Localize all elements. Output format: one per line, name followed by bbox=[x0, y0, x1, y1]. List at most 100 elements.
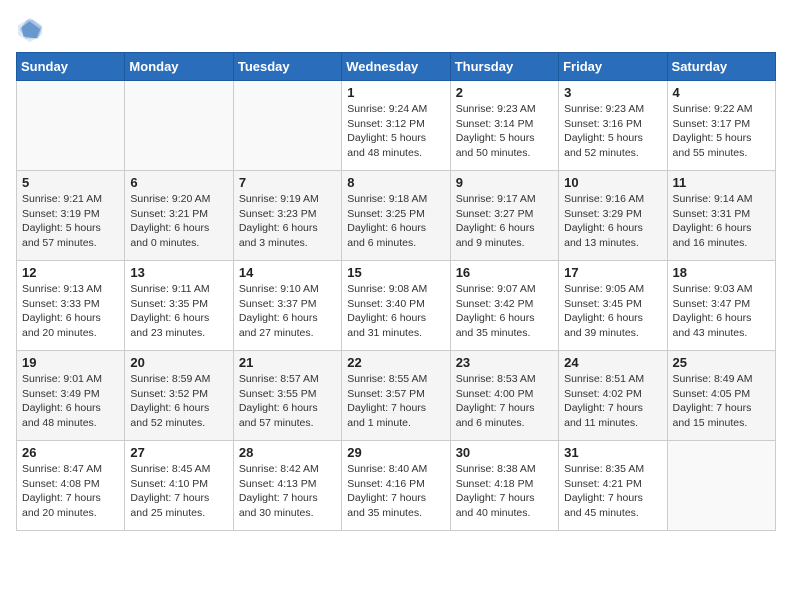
weekday-header: Friday bbox=[559, 53, 667, 81]
day-info: Sunrise: 9:11 AMSunset: 3:35 PMDaylight:… bbox=[130, 282, 227, 341]
day-number: 10 bbox=[564, 175, 661, 190]
calendar-day-cell: 8 Sunrise: 9:18 AMSunset: 3:25 PMDaylight… bbox=[342, 171, 450, 261]
day-info: Sunrise: 8:38 AMSunset: 4:18 PMDaylight:… bbox=[456, 462, 553, 521]
day-number: 30 bbox=[456, 445, 553, 460]
calendar-day-cell: 6 Sunrise: 9:20 AMSunset: 3:21 PMDaylight… bbox=[125, 171, 233, 261]
day-info: Sunrise: 9:14 AMSunset: 3:31 PMDaylight:… bbox=[673, 192, 770, 251]
day-info: Sunrise: 9:19 AMSunset: 3:23 PMDaylight:… bbox=[239, 192, 336, 251]
day-info: Sunrise: 9:05 AMSunset: 3:45 PMDaylight:… bbox=[564, 282, 661, 341]
calendar-day-cell: 27 Sunrise: 8:45 AMSunset: 4:10 PMDayligh… bbox=[125, 441, 233, 531]
calendar-day-cell: 11 Sunrise: 9:14 AMSunset: 3:31 PMDayligh… bbox=[667, 171, 775, 261]
calendar-day-cell: 16 Sunrise: 9:07 AMSunset: 3:42 PMDayligh… bbox=[450, 261, 558, 351]
day-number: 24 bbox=[564, 355, 661, 370]
calendar-day-cell: 2 Sunrise: 9:23 AMSunset: 3:14 PMDaylight… bbox=[450, 81, 558, 171]
day-info: Sunrise: 9:16 AMSunset: 3:29 PMDaylight:… bbox=[564, 192, 661, 251]
calendar-day-cell: 24 Sunrise: 8:51 AMSunset: 4:02 PMDayligh… bbox=[559, 351, 667, 441]
day-number: 14 bbox=[239, 265, 336, 280]
day-number: 18 bbox=[673, 265, 770, 280]
calendar-day-cell: 13 Sunrise: 9:11 AMSunset: 3:35 PMDayligh… bbox=[125, 261, 233, 351]
calendar-day-cell: 19Sunrise: 9:01 AMSunset: 3:49 PMDayligh… bbox=[17, 351, 125, 441]
calendar-day-cell: 29 Sunrise: 8:40 AMSunset: 4:16 PMDayligh… bbox=[342, 441, 450, 531]
calendar-day-cell: 12 Sunrise: 9:13 AMSunset: 3:33 PMDayligh… bbox=[17, 261, 125, 351]
day-number: 27 bbox=[130, 445, 227, 460]
day-number: 9 bbox=[456, 175, 553, 190]
day-number: 23 bbox=[456, 355, 553, 370]
calendar-day-cell: 28 Sunrise: 8:42 AMSunset: 4:13 PMDayligh… bbox=[233, 441, 341, 531]
calendar-day-cell: 18 Sunrise: 9:03 AMSunset: 3:47 PMDayligh… bbox=[667, 261, 775, 351]
page-header bbox=[16, 16, 776, 44]
day-info: Sunrise: 9:22 AMSunset: 3:17 PMDaylight:… bbox=[673, 102, 770, 161]
calendar-day-cell: 15 Sunrise: 9:08 AMSunset: 3:40 PMDayligh… bbox=[342, 261, 450, 351]
calendar-day-cell: 23 Sunrise: 8:53 AMSunset: 4:00 PMDayligh… bbox=[450, 351, 558, 441]
weekday-header: Sunday bbox=[17, 53, 125, 81]
calendar-day-cell: 22 Sunrise: 8:55 AMSunset: 3:57 PMDayligh… bbox=[342, 351, 450, 441]
day-info: Sunrise: 9:07 AMSunset: 3:42 PMDaylight:… bbox=[456, 282, 553, 341]
day-info: Sunrise: 8:55 AMSunset: 3:57 PMDaylight:… bbox=[347, 372, 444, 431]
logo bbox=[16, 16, 48, 44]
calendar-week-row: 12 Sunrise: 9:13 AMSunset: 3:33 PMDayligh… bbox=[17, 261, 776, 351]
calendar-day-cell: 3Sunrise: 9:23 AMSunset: 3:16 PMDaylight… bbox=[559, 81, 667, 171]
day-number: 20 bbox=[130, 355, 227, 370]
calendar-day-cell: 30 Sunrise: 8:38 AMSunset: 4:18 PMDayligh… bbox=[450, 441, 558, 531]
day-info: Sunrise: 8:49 AMSunset: 4:05 PMDaylight:… bbox=[673, 372, 770, 431]
calendar-header-row: SundayMondayTuesdayWednesdayThursdayFrid… bbox=[17, 53, 776, 81]
day-number: 11 bbox=[673, 175, 770, 190]
calendar-table: SundayMondayTuesdayWednesdayThursdayFrid… bbox=[16, 52, 776, 531]
day-info: Sunrise: 8:35 AMSunset: 4:21 PMDaylight:… bbox=[564, 462, 661, 521]
day-number: 2 bbox=[456, 85, 553, 100]
day-info: Sunrise: 8:45 AMSunset: 4:10 PMDaylight:… bbox=[130, 462, 227, 521]
day-number: 16 bbox=[456, 265, 553, 280]
day-info: Sunrise: 9:03 AMSunset: 3:47 PMDaylight:… bbox=[673, 282, 770, 341]
day-number: 7 bbox=[239, 175, 336, 190]
calendar-week-row: 19Sunrise: 9:01 AMSunset: 3:49 PMDayligh… bbox=[17, 351, 776, 441]
day-info: Sunrise: 9:21 AMSunset: 3:19 PMDaylight:… bbox=[22, 192, 119, 251]
weekday-header: Saturday bbox=[667, 53, 775, 81]
day-info: Sunrise: 9:17 AMSunset: 3:27 PMDaylight:… bbox=[456, 192, 553, 251]
weekday-header: Wednesday bbox=[342, 53, 450, 81]
calendar-day-cell: 9 Sunrise: 9:17 AMSunset: 3:27 PMDaylight… bbox=[450, 171, 558, 261]
day-info: Sunrise: 9:01 AMSunset: 3:49 PMDaylight:… bbox=[22, 372, 119, 431]
day-info: Sunrise: 8:51 AMSunset: 4:02 PMDaylight:… bbox=[564, 372, 661, 431]
day-info: Sunrise: 9:24 AMSunset: 3:12 PMDaylight:… bbox=[347, 102, 444, 161]
day-number: 21 bbox=[239, 355, 336, 370]
calendar-day-cell bbox=[667, 441, 775, 531]
day-info: Sunrise: 8:47 AMSunset: 4:08 PMDaylight:… bbox=[22, 462, 119, 521]
day-info: Sunrise: 8:40 AMSunset: 4:16 PMDaylight:… bbox=[347, 462, 444, 521]
calendar-day-cell: 25Sunrise: 8:49 AMSunset: 4:05 PMDayligh… bbox=[667, 351, 775, 441]
day-info: Sunrise: 9:20 AMSunset: 3:21 PMDaylight:… bbox=[130, 192, 227, 251]
day-info: Sunrise: 8:59 AMSunset: 3:52 PMDaylight:… bbox=[130, 372, 227, 431]
day-number: 22 bbox=[347, 355, 444, 370]
day-info: Sunrise: 9:10 AMSunset: 3:37 PMDaylight:… bbox=[239, 282, 336, 341]
day-info: Sunrise: 8:57 AMSunset: 3:55 PMDaylight:… bbox=[239, 372, 336, 431]
calendar-week-row: 26Sunrise: 8:47 AMSunset: 4:08 PMDayligh… bbox=[17, 441, 776, 531]
day-number: 6 bbox=[130, 175, 227, 190]
day-info: Sunrise: 8:42 AMSunset: 4:13 PMDaylight:… bbox=[239, 462, 336, 521]
calendar-day-cell: 21 Sunrise: 8:57 AMSunset: 3:55 PMDayligh… bbox=[233, 351, 341, 441]
weekday-header: Thursday bbox=[450, 53, 558, 81]
day-number: 15 bbox=[347, 265, 444, 280]
logo-icon bbox=[16, 16, 44, 44]
calendar-day-cell: 20 Sunrise: 8:59 AMSunset: 3:52 PMDayligh… bbox=[125, 351, 233, 441]
day-number: 4 bbox=[673, 85, 770, 100]
day-number: 5 bbox=[22, 175, 119, 190]
day-info: Sunrise: 8:53 AMSunset: 4:00 PMDaylight:… bbox=[456, 372, 553, 431]
day-number: 13 bbox=[130, 265, 227, 280]
calendar-day-cell: 10 Sunrise: 9:16 AMSunset: 3:29 PMDayligh… bbox=[559, 171, 667, 261]
calendar-day-cell: 31Sunrise: 8:35 AMSunset: 4:21 PMDayligh… bbox=[559, 441, 667, 531]
calendar-day-cell: 4 Sunrise: 9:22 AMSunset: 3:17 PMDaylight… bbox=[667, 81, 775, 171]
calendar-day-cell: 5 Sunrise: 9:21 AMSunset: 3:19 PMDaylight… bbox=[17, 171, 125, 261]
day-info: Sunrise: 9:13 AMSunset: 3:33 PMDaylight:… bbox=[22, 282, 119, 341]
day-info: Sunrise: 9:08 AMSunset: 3:40 PMDaylight:… bbox=[347, 282, 444, 341]
day-info: Sunrise: 9:18 AMSunset: 3:25 PMDaylight:… bbox=[347, 192, 444, 251]
day-number: 8 bbox=[347, 175, 444, 190]
day-number: 29 bbox=[347, 445, 444, 460]
day-number: 28 bbox=[239, 445, 336, 460]
calendar-day-cell bbox=[17, 81, 125, 171]
calendar-day-cell: 1Sunrise: 9:24 AMSunset: 3:12 PMDaylight… bbox=[342, 81, 450, 171]
calendar-week-row: 5 Sunrise: 9:21 AMSunset: 3:19 PMDaylight… bbox=[17, 171, 776, 261]
calendar-day-cell: 26Sunrise: 8:47 AMSunset: 4:08 PMDayligh… bbox=[17, 441, 125, 531]
weekday-header: Monday bbox=[125, 53, 233, 81]
day-info: Sunrise: 9:23 AMSunset: 3:14 PMDaylight:… bbox=[456, 102, 553, 161]
day-number: 12 bbox=[22, 265, 119, 280]
weekday-header: Tuesday bbox=[233, 53, 341, 81]
